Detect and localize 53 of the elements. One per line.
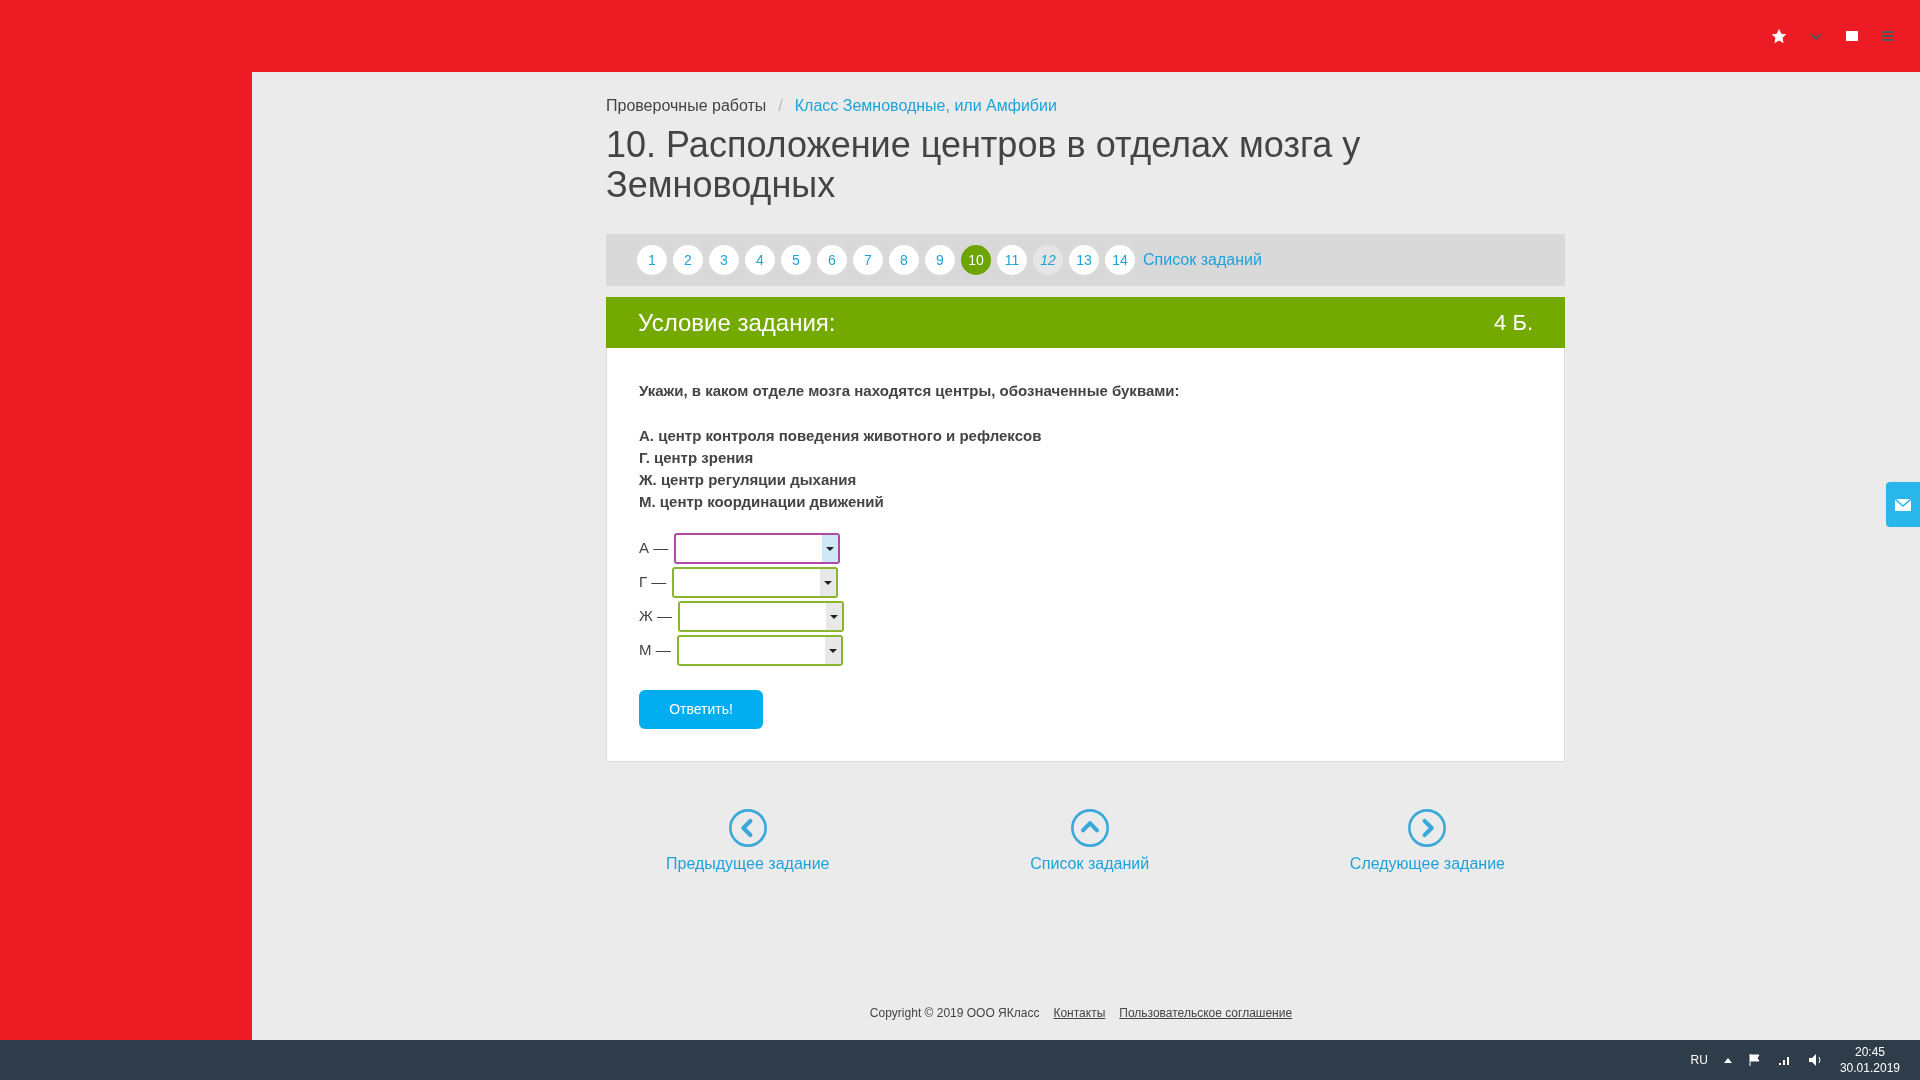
breadcrumb-link[interactable]: Класс Земноводные, или Амфибии — [794, 94, 1057, 118]
answer-label: А — — [639, 537, 669, 558]
task-header-title: Условие задания: — [638, 307, 836, 338]
task-nav-link[interactable]: Следующее задание — [1349, 807, 1505, 876]
copyright-text: Copyright © 2019 ООО ЯКласс — [869, 1005, 1040, 1022]
breadcrumb-separator: / — [778, 96, 783, 116]
chevron-up-icon — [1069, 807, 1110, 848]
task-number[interactable]: 5 — [781, 245, 811, 275]
breadcrumb-item: Проверочные работы — [606, 96, 767, 116]
clock-time: 20:45 — [1854, 1044, 1885, 1060]
task-nav-link[interactable]: Предыдущее задание — [666, 807, 830, 876]
task-number[interactable]: 6 — [817, 245, 847, 275]
task-number[interactable]: 9 — [925, 245, 955, 275]
task-statement: Г. центр зрения — [639, 447, 755, 468]
task-list-link[interactable]: Список заданий — [1143, 248, 1262, 272]
footer-link[interactable]: Контакты — [1053, 1004, 1106, 1022]
bookmark-star-icon — [1770, 27, 1788, 45]
task-question: Укажи, в каком отделе мозга находятся центры, обозначенные буквами: — [639, 381, 1181, 401]
task-nav-label: Список заданий — [1030, 853, 1150, 874]
submit-button[interactable]: Ответить! — [639, 689, 763, 729]
task-number[interactable]: 13 — [1069, 245, 1099, 275]
task-number[interactable]: 2 — [673, 245, 703, 275]
clock-date: 30.01.2019 — [1839, 1060, 1900, 1076]
task-statement: Ж. центр регуляции дыхания — [639, 469, 858, 490]
answer-label: Ж — — [639, 605, 673, 626]
task-points: 4 Б. — [1494, 309, 1533, 337]
task-number[interactable]: 10 — [961, 245, 991, 275]
speaker-icon[interactable] — [1807, 1053, 1824, 1067]
task-number[interactable]: 7 — [853, 245, 883, 275]
chevron-left-icon — [727, 807, 768, 848]
language-indicator[interactable]: RU — [1690, 1051, 1708, 1069]
task-nav-label: Предыдущее задание — [666, 853, 830, 874]
footer-link[interactable]: Пользовательское соглашение — [1119, 1004, 1293, 1022]
task-number[interactable]: 8 — [889, 245, 919, 275]
page-title: 10. Расположение центров в отделах мозга у Земноводных — [606, 125, 1362, 205]
answer-dropdown[interactable] — [674, 532, 841, 564]
signal-icon[interactable] — [1777, 1054, 1792, 1066]
task-statement: М. центр координации движений — [639, 491, 885, 512]
answer-label: Г — — [639, 571, 667, 592]
task-number[interactable]: 4 — [745, 245, 775, 275]
flag-icon[interactable] — [1747, 1053, 1762, 1067]
task-nav-link[interactable]: Список заданий — [1030, 807, 1150, 876]
task-number[interactable]: 12 — [1033, 245, 1063, 275]
task-number[interactable]: 1 — [637, 245, 667, 275]
answer-label: М — — [639, 639, 671, 660]
task-number[interactable]: 14 — [1105, 245, 1135, 275]
envelope-icon — [1895, 498, 1911, 511]
chevron-right-icon — [1407, 807, 1448, 848]
task-nav-label: Следующее задание — [1349, 853, 1505, 874]
task-number[interactable]: 3 — [709, 245, 739, 275]
caret-up-icon[interactable] — [1723, 1057, 1732, 1063]
task-statement: А. центр контроля поведения животного и рефлексов — [639, 425, 1043, 446]
task-number[interactable]: 11 — [997, 245, 1027, 275]
